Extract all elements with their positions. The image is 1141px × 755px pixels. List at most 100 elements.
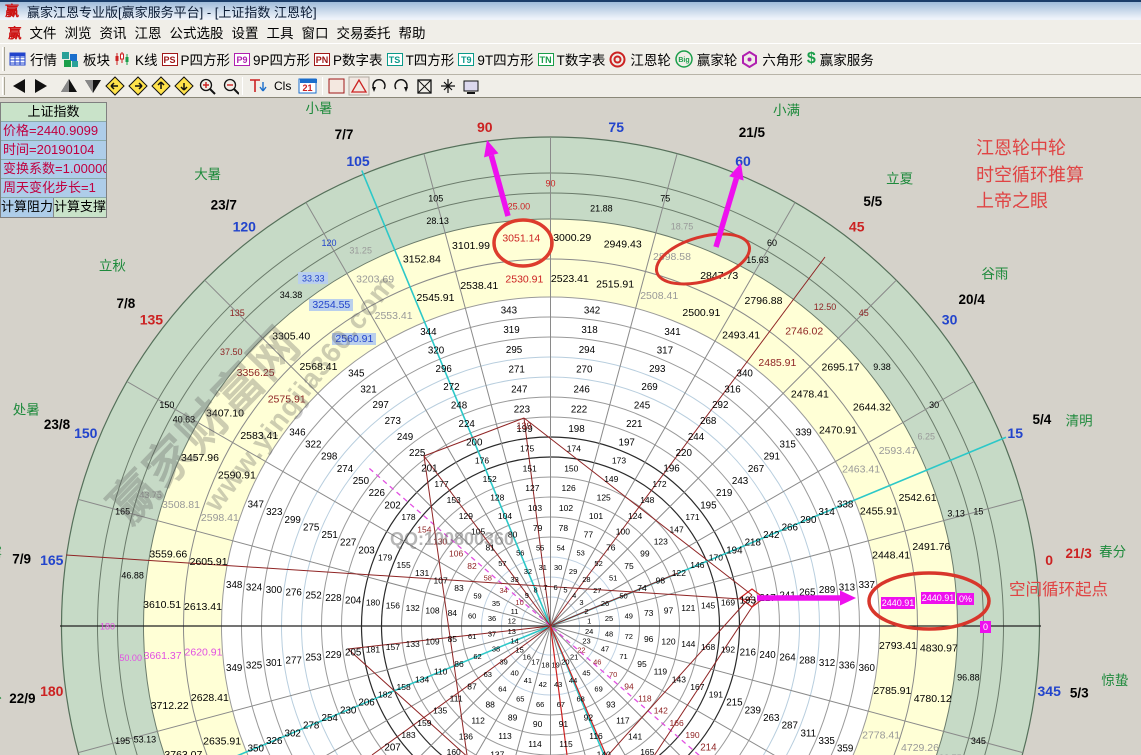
svg-text:124: 124: [628, 511, 642, 521]
svg-text:274: 274: [337, 464, 354, 475]
svg-text:44: 44: [569, 676, 577, 685]
svg-text:7/7: 7/7: [335, 127, 354, 142]
svg-text:273: 273: [385, 416, 402, 427]
svg-text:155: 155: [397, 560, 411, 570]
svg-text:344: 344: [420, 327, 437, 338]
svg-text:142: 142: [654, 706, 668, 716]
svg-text:172: 172: [652, 479, 666, 489]
svg-text:2523.41: 2523.41: [551, 273, 589, 285]
svg-text:109: 109: [425, 637, 439, 647]
svg-text:112: 112: [471, 716, 485, 726]
svg-text:22: 22: [577, 645, 585, 654]
svg-text:146: 146: [690, 560, 704, 570]
svg-text:346: 346: [289, 427, 306, 438]
svg-text:120: 120: [233, 218, 257, 234]
svg-text:20: 20: [561, 658, 569, 667]
svg-text:152: 152: [483, 474, 497, 484]
svg-text:180: 180: [40, 683, 64, 699]
svg-text:230: 230: [340, 705, 357, 716]
svg-text:90: 90: [533, 719, 543, 729]
svg-text:春分: 春分: [1099, 545, 1126, 560]
svg-text:219: 219: [716, 488, 732, 499]
svg-text:300: 300: [266, 585, 283, 596]
svg-text:0: 0: [1045, 552, 1053, 568]
svg-text:111: 111: [450, 694, 463, 704]
svg-text:4: 4: [572, 591, 576, 600]
svg-text:295: 295: [506, 345, 523, 356]
svg-text:13: 13: [508, 627, 516, 636]
svg-text:104: 104: [498, 511, 512, 521]
svg-text:33: 33: [510, 575, 518, 584]
svg-text:137: 137: [490, 750, 504, 755]
svg-text:96: 96: [644, 634, 654, 644]
svg-text:18.75: 18.75: [671, 222, 694, 232]
svg-text:75: 75: [608, 119, 624, 135]
svg-text:42: 42: [539, 680, 547, 689]
svg-text:165: 165: [640, 747, 654, 755]
svg-text:3101.99: 3101.99: [452, 240, 490, 252]
svg-text:53: 53: [577, 549, 585, 558]
svg-text:23/7: 23/7: [211, 197, 237, 212]
svg-text:102: 102: [559, 503, 573, 513]
svg-text:297: 297: [373, 400, 389, 411]
svg-text:白露: 白露: [0, 545, 2, 560]
svg-text:157: 157: [386, 642, 400, 652]
svg-text:141: 141: [628, 731, 642, 741]
svg-text:2530.91: 2530.91: [505, 274, 543, 286]
svg-text:2508.41: 2508.41: [640, 290, 678, 302]
svg-text:321: 321: [360, 384, 376, 395]
svg-text:223: 223: [514, 404, 531, 415]
svg-text:25: 25: [605, 614, 613, 623]
svg-text:338: 338: [837, 500, 854, 511]
svg-text:345: 345: [1038, 683, 1062, 699]
svg-text:299: 299: [285, 515, 301, 526]
svg-text:347: 347: [248, 500, 264, 511]
svg-text:270: 270: [576, 365, 593, 376]
svg-text:110: 110: [434, 667, 448, 677]
svg-text:32: 32: [524, 567, 532, 576]
svg-text:350: 350: [248, 744, 265, 755]
svg-text:86: 86: [454, 659, 464, 669]
svg-text:秋分: 秋分: [0, 693, 2, 708]
svg-text:278: 278: [303, 721, 320, 732]
svg-text:6.25: 6.25: [918, 432, 936, 442]
svg-text:247: 247: [511, 385, 527, 396]
svg-text:时空循环推算: 时空循环推算: [976, 165, 1084, 185]
svg-text:57: 57: [498, 559, 506, 568]
svg-text:88: 88: [485, 700, 495, 710]
svg-text:46.88: 46.88: [121, 571, 144, 581]
svg-text:359: 359: [837, 744, 853, 755]
svg-text:30: 30: [929, 400, 939, 410]
svg-text:立夏: 立夏: [886, 172, 914, 187]
svg-text:立秋: 立秋: [99, 259, 126, 274]
svg-text:95: 95: [637, 659, 647, 669]
svg-text:79: 79: [533, 523, 543, 533]
svg-text:46: 46: [593, 658, 601, 667]
svg-text:250: 250: [353, 476, 370, 487]
svg-text:69: 69: [594, 684, 602, 693]
svg-text:36: 36: [488, 614, 496, 623]
svg-text:73: 73: [644, 608, 654, 618]
svg-text:317: 317: [657, 345, 673, 356]
svg-text:150: 150: [564, 463, 578, 473]
svg-text:5/3: 5/3: [1070, 685, 1089, 700]
svg-text:174: 174: [567, 444, 581, 454]
svg-text:12.50: 12.50: [814, 302, 837, 312]
svg-text:23/8: 23/8: [44, 417, 71, 432]
svg-text:216: 216: [740, 648, 757, 659]
svg-text:87: 87: [467, 681, 477, 691]
svg-text:263: 263: [763, 713, 780, 724]
svg-text:2695.17: 2695.17: [822, 361, 860, 373]
svg-text:3610.51: 3610.51: [143, 599, 181, 611]
svg-text:50: 50: [619, 592, 627, 601]
svg-text:3763.07: 3763.07: [164, 749, 202, 755]
svg-text:28: 28: [582, 575, 590, 584]
svg-text:63: 63: [484, 670, 492, 679]
svg-text:28.13: 28.13: [426, 216, 449, 226]
svg-text:326: 326: [266, 736, 283, 747]
svg-text:7/9: 7/9: [12, 552, 31, 567]
svg-text:5: 5: [563, 586, 567, 595]
svg-text:159: 159: [417, 718, 431, 728]
svg-text:156: 156: [386, 600, 400, 610]
svg-text:2440.91: 2440.91: [882, 598, 915, 608]
